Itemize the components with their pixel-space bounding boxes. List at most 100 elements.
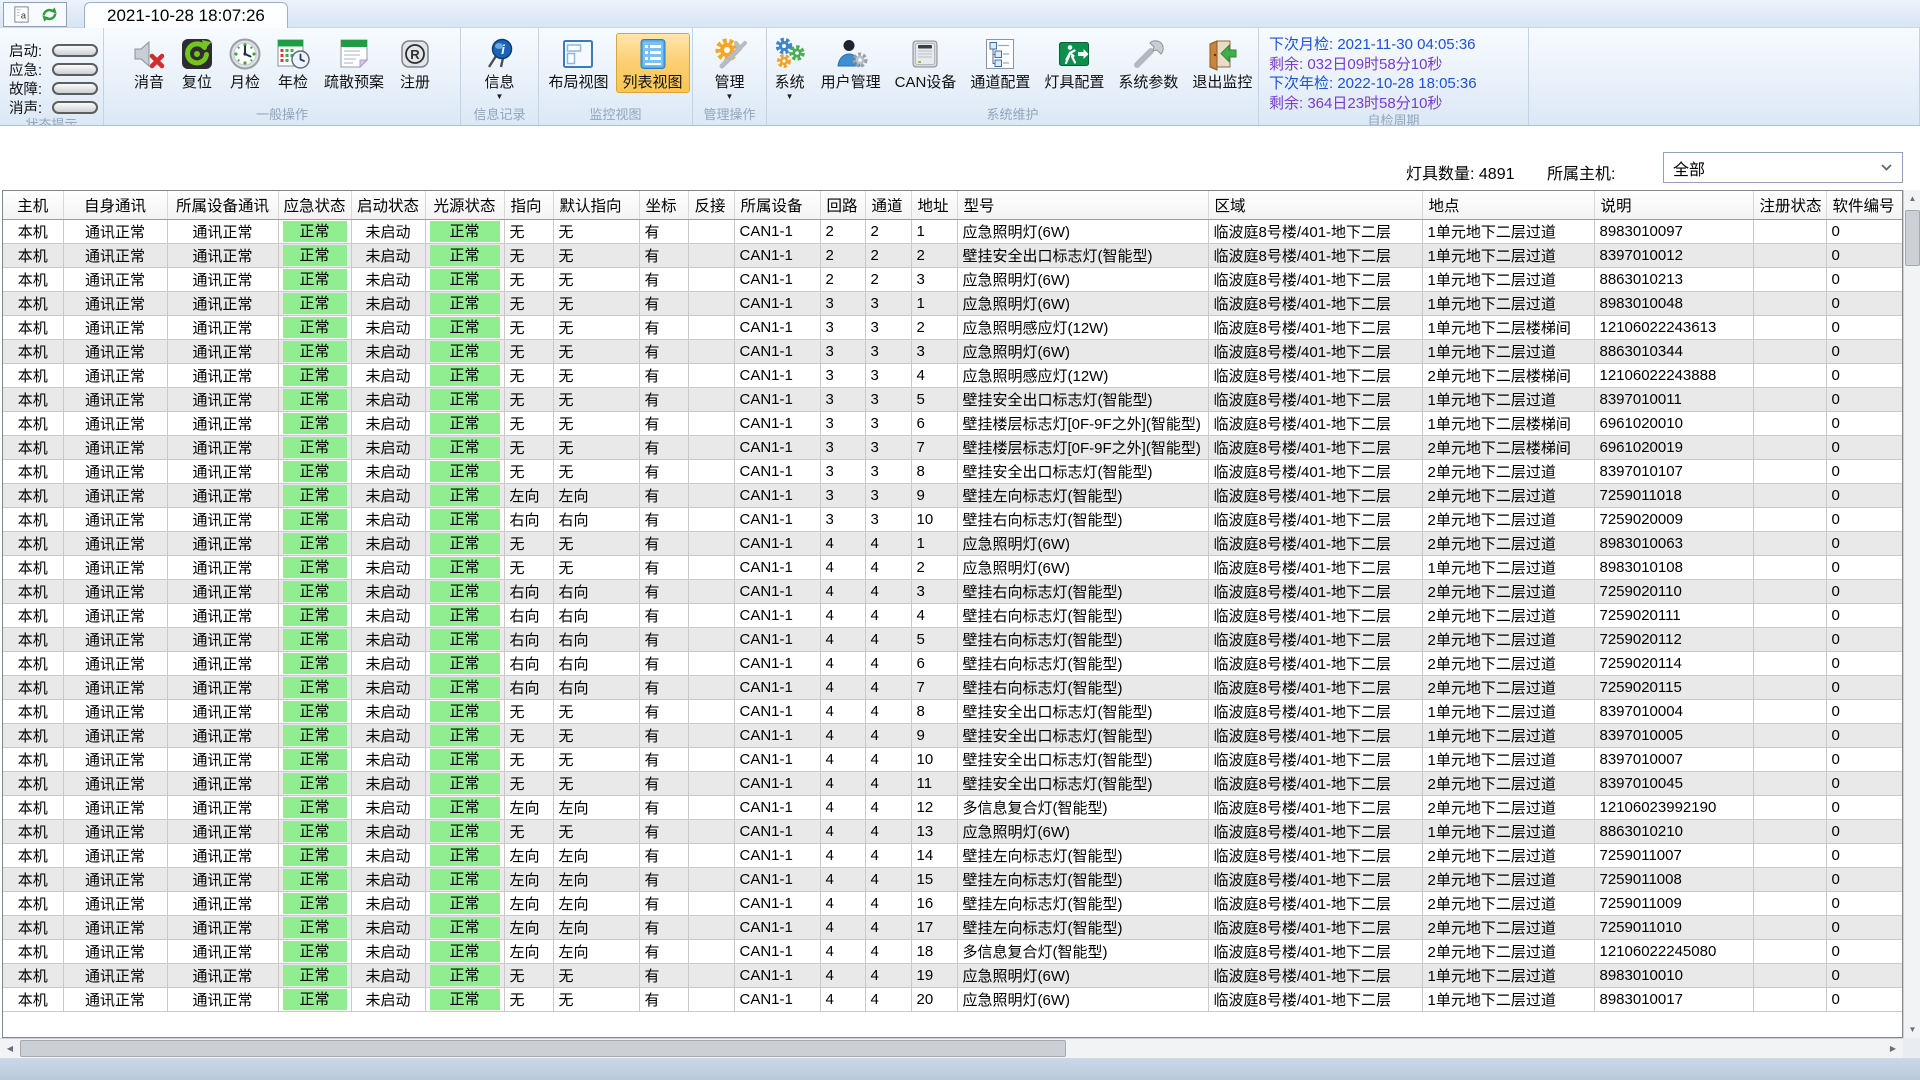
cell-device: CAN1-1 [734, 363, 820, 387]
horizontal-scroll-thumb[interactable] [20, 1040, 1066, 1057]
cell-model: 壁挂右向标志灯(智能型) [957, 507, 1208, 531]
exit-monitor-button[interactable]: 退出监控 [1185, 33, 1259, 93]
list-view-button[interactable]: 列表视图 [616, 33, 690, 93]
column-header-start[interactable]: 启动状态 [351, 191, 425, 219]
vertical-scroll-thumb[interactable] [1905, 210, 1920, 266]
column-header-loop[interactable]: 回路 [820, 191, 865, 219]
cell-loop: 4 [820, 867, 865, 891]
column-header-channel[interactable]: 通道 [865, 191, 911, 219]
scroll-up-icon[interactable]: ▲ [1904, 190, 1920, 207]
quick-access-toolbar[interactable]: a [3, 2, 67, 27]
cell-model: 壁挂安全出口标志灯(智能型) [957, 387, 1208, 411]
cell-coord: 有 [639, 243, 688, 267]
layout-view-button[interactable]: 布局视图 [541, 33, 615, 93]
cell-host: 本机 [3, 555, 63, 579]
evacuation-plan-button[interactable]: 疏散预案 [317, 33, 391, 93]
cell-note: 12106022243888 [1594, 363, 1753, 387]
column-header-light[interactable]: 光源状态 [425, 191, 504, 219]
cell-software: 0 [1826, 579, 1903, 603]
can-device-button[interactable]: CAN设备 [888, 33, 964, 93]
cell-device_comm: 通讯正常 [167, 675, 278, 699]
cell-coord: 有 [639, 219, 688, 243]
reset-button[interactable]: 复位 [173, 33, 221, 93]
horizontal-scrollbar[interactable]: ◀ ▶ [0, 1038, 1903, 1058]
column-header-default_dir[interactable]: 默认指向 [553, 191, 639, 219]
user-management-button[interactable]: 用户管理 [814, 33, 888, 93]
cell-device: CAN1-1 [734, 339, 820, 363]
table-row: 本机通讯正常通讯正常正常未启动正常无无有CAN1-14413应急照明灯(6W)临… [3, 819, 1903, 843]
form-edit-icon[interactable]: a [12, 5, 31, 24]
status-ok-badge: 正常 [283, 437, 347, 458]
cell-place: 2单元地下二层过道 [1422, 675, 1594, 699]
cell-software: 0 [1826, 243, 1903, 267]
status-ok-badge: 正常 [283, 725, 347, 746]
cell-default_dir: 无 [553, 531, 639, 555]
column-header-model[interactable]: 型号 [957, 191, 1208, 219]
column-header-coord[interactable]: 坐标 [639, 191, 688, 219]
column-header-reverse[interactable]: 反接 [688, 191, 734, 219]
ribbon-group-body: 管理▼ [693, 28, 766, 107]
cell-default_dir: 无 [553, 219, 639, 243]
cell-place: 1单元地下二层过道 [1422, 219, 1594, 243]
cell-device: CAN1-1 [734, 435, 820, 459]
column-header-note[interactable]: 说明 [1594, 191, 1753, 219]
column-header-self_comm[interactable]: 自身通讯 [63, 191, 167, 219]
column-header-software[interactable]: 软件编号 [1826, 191, 1903, 219]
cell-default_dir: 左向 [553, 867, 639, 891]
can-device-icon [908, 37, 942, 71]
mute-button[interactable]: 消音 [125, 33, 173, 93]
cell-reverse [688, 387, 734, 411]
channel-config-button[interactable]: 通道配置 [963, 33, 1037, 93]
cell-host: 本机 [3, 627, 63, 651]
column-header-dir[interactable]: 指向 [504, 191, 553, 219]
lamp-config-button[interactable]: 灯具配置 [1037, 33, 1111, 93]
toolbar-button-label: 管理 [714, 74, 744, 91]
toolbar-button-label: 通道配置 [970, 74, 1030, 91]
cell-coord: 有 [639, 747, 688, 771]
refresh-icon[interactable] [40, 5, 59, 24]
cell-host: 本机 [3, 435, 63, 459]
cell-place: 2单元地下二层过道 [1422, 579, 1594, 603]
column-header-register[interactable]: 注册状态 [1753, 191, 1826, 219]
monthly-check-button[interactable]: 月检 [221, 33, 269, 93]
cell-self_comm: 通讯正常 [63, 483, 167, 507]
cell-device_comm: 通讯正常 [167, 219, 278, 243]
cell-loop: 4 [820, 627, 865, 651]
cell-default_dir: 无 [553, 699, 639, 723]
cell-self_comm: 通讯正常 [63, 411, 167, 435]
cell-self_comm: 通讯正常 [63, 867, 167, 891]
column-header-device[interactable]: 所属设备 [734, 191, 820, 219]
column-header-addr[interactable]: 地址 [911, 191, 957, 219]
info-button[interactable]: i信息▼ [476, 33, 524, 103]
column-header-region[interactable]: 区域 [1208, 191, 1422, 219]
cell-default_dir: 右向 [553, 675, 639, 699]
cell-note: 7259020110 [1594, 579, 1753, 603]
window-title-tab[interactable]: 2021-10-28 18:07:26 [84, 2, 288, 28]
annual-check-button[interactable]: 年检 [269, 33, 317, 93]
cell-loop: 4 [820, 651, 865, 675]
cell-loop: 3 [820, 483, 865, 507]
cell-device_comm: 通讯正常 [167, 915, 278, 939]
manage-button[interactable]: 管理▼ [706, 33, 754, 103]
vertical-scrollbar[interactable]: ▲ ▼ [1903, 190, 1920, 1038]
scroll-down-icon[interactable]: ▼ [1904, 1021, 1920, 1038]
register-button[interactable]: R注册 [391, 33, 439, 93]
column-header-place[interactable]: 地点 [1422, 191, 1594, 219]
cell-light: 正常 [425, 747, 504, 771]
system-params-button[interactable]: 系统参数 [1111, 33, 1185, 93]
cell-place: 1单元地下二层过道 [1422, 243, 1594, 267]
scroll-right-icon[interactable]: ▶ [1883, 1039, 1903, 1059]
cell-model: 壁挂安全出口标志灯(智能型) [957, 747, 1208, 771]
host-filter-combobox[interactable]: 全部 [1663, 152, 1903, 183]
chevron-down-icon[interactable] [1880, 163, 1893, 172]
scroll-left-icon[interactable]: ◀ [0, 1039, 20, 1059]
column-header-device_comm[interactable]: 所属设备通讯 [167, 191, 278, 219]
cell-coord: 有 [639, 723, 688, 747]
cell-reverse [688, 939, 734, 963]
cell-emergency: 正常 [278, 603, 351, 627]
table-row: 本机通讯正常通讯正常正常未启动正常无无有CAN1-1338壁挂安全出口标志灯(智… [3, 459, 1903, 483]
column-header-emergency[interactable]: 应急状态 [278, 191, 351, 219]
status-ok-badge: 正常 [283, 413, 347, 434]
system-button[interactable]: 系统▼ [767, 33, 814, 103]
column-header-host[interactable]: 主机 [3, 191, 63, 219]
